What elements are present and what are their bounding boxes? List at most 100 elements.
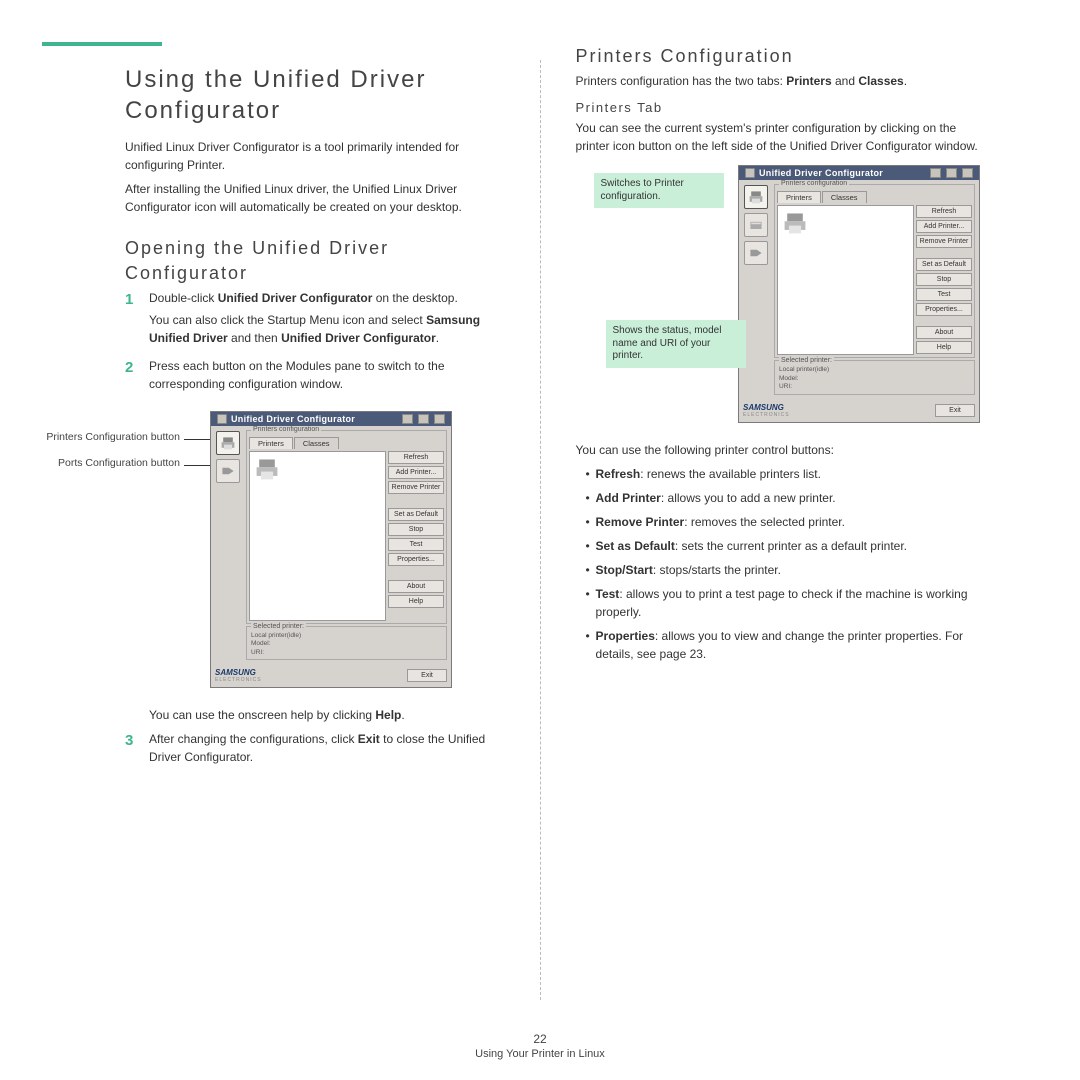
step-number: 2 [125, 357, 139, 397]
help-button[interactable]: Help [388, 595, 444, 608]
figure-2: Switches to Printer configuration. Shows… [576, 165, 980, 422]
list-item: Properties: allows you to view and chang… [586, 627, 980, 663]
control-buttons: Refresh Add Printer... Remove Printer Se… [388, 451, 444, 621]
page-number: 22 [0, 1032, 1080, 1046]
accent-bar [42, 42, 162, 46]
printers-config-intro: Printers configuration has the two tabs:… [576, 72, 980, 90]
callout-ports-config: Ports Configuration button [58, 457, 180, 469]
main-heading: Using the Unified Driver Configurator [125, 64, 515, 126]
port-icon [748, 245, 764, 261]
test-button[interactable]: Test [916, 288, 972, 301]
help-button[interactable]: Help [916, 341, 972, 354]
samsung-logo: SAMSUNG [743, 403, 790, 412]
ports-config-button[interactable] [216, 459, 240, 483]
printer-item-icon [782, 210, 808, 236]
printers-config-button[interactable] [744, 185, 768, 209]
heading-printers-tab: Printers Tab [576, 100, 980, 115]
page-footer: 22 Using Your Printer in Linux [0, 1032, 1080, 1060]
callout-status: Shows the status, model name and URI of … [606, 320, 746, 368]
minimize-icon [930, 168, 941, 178]
control-buttons-list: Refresh: renews the available printers l… [576, 465, 980, 663]
stop-button[interactable]: Stop [388, 523, 444, 536]
exit-button[interactable]: Exit [935, 404, 975, 417]
about-button[interactable]: About [916, 326, 972, 339]
configurator-window-mock-2: Unified Driver Configurator [738, 165, 980, 422]
scanners-config-button[interactable] [744, 213, 768, 237]
scanner-icon [748, 217, 764, 233]
list-item: Stop/Start: stops/starts the printer. [586, 561, 980, 579]
printer-item-icon [254, 456, 280, 482]
stop-button[interactable]: Stop [916, 273, 972, 286]
printer-icon [220, 435, 236, 451]
right-column: Printers Configuration Printers configur… [551, 40, 1030, 1000]
set-default-button[interactable]: Set as Default [388, 508, 444, 521]
tab-printers[interactable]: Printers [777, 191, 821, 203]
callout-printers-config: Printers Configuration button [46, 431, 180, 443]
left-column: Using the Unified Driver Configurator Un… [50, 40, 530, 1000]
step-1-line-2: You can also click the Startup Menu icon… [149, 311, 515, 347]
groupbox-label: Printers configuration [779, 180, 849, 187]
add-printer-button[interactable]: Add Printer... [388, 466, 444, 479]
tab-classes[interactable]: Classes [822, 191, 867, 203]
list-item: Add Printer: allows you to add a new pri… [586, 489, 980, 507]
callout-switches: Switches to Printer configuration. [594, 173, 724, 208]
close-icon [962, 168, 973, 178]
steps-list: 1 Double-click Unified Driver Configurat… [125, 289, 515, 397]
test-button[interactable]: Test [388, 538, 444, 551]
after-figure-text: You can use the onscreen help by clickin… [149, 706, 515, 724]
about-button[interactable]: About [388, 580, 444, 593]
ports-config-button[interactable] [744, 241, 768, 265]
steps-list-cont: You can use the onscreen help by clickin… [125, 706, 515, 770]
printers-tab-desc: You can see the current system's printer… [576, 119, 980, 155]
selected-printer-info: Selected printer: Local printer(idle) Mo… [246, 626, 447, 660]
subheading-opening: Opening the Unified Driver Configurator [125, 236, 515, 285]
modules-pane [742, 183, 770, 395]
step-number: 3 [125, 730, 139, 770]
exit-button[interactable]: Exit [407, 669, 447, 682]
app-icon [217, 414, 227, 424]
step-number: 1 [125, 289, 139, 351]
tab-printers[interactable]: Printers [249, 437, 293, 449]
control-buttons: Refresh Add Printer... Remove Printer Se… [916, 205, 972, 355]
samsung-logo-sub: ELECTRONICS [215, 677, 262, 683]
configurator-window-mock: Unified Driver Configurator [210, 411, 452, 688]
remove-printer-button[interactable]: Remove Printer [388, 481, 444, 494]
intro-para-1: Unified Linux Driver Configurator is a t… [125, 138, 515, 174]
step-3-text: After changing the configurations, click… [149, 730, 515, 766]
step-2-text: Press each button on the Modules pane to… [149, 357, 515, 393]
remove-printer-button[interactable]: Remove Printer [916, 235, 972, 248]
refresh-button[interactable]: Refresh [388, 451, 444, 464]
groupbox-label: Printers configuration [251, 426, 321, 433]
list-item: Remove Printer: removes the selected pri… [586, 513, 980, 531]
samsung-logo: SAMSUNG [215, 668, 262, 677]
printers-config-button[interactable] [216, 431, 240, 455]
list-item: Test: allows you to print a test page to… [586, 585, 980, 621]
add-printer-button[interactable]: Add Printer... [916, 220, 972, 233]
printers-list[interactable] [249, 451, 386, 621]
intro-para-2: After installing the Unified Linux drive… [125, 180, 515, 216]
port-icon [220, 463, 236, 479]
properties-button[interactable]: Properties... [916, 303, 972, 316]
samsung-logo-sub: ELECTRONICS [743, 412, 790, 418]
printers-list[interactable] [777, 205, 914, 355]
properties-button[interactable]: Properties... [388, 553, 444, 566]
control-buttons-intro: You can use the following printer contro… [576, 441, 980, 459]
window-title: Unified Driver Configurator [231, 414, 355, 424]
set-default-button[interactable]: Set as Default [916, 258, 972, 271]
figure-1: Printers Configuration button Ports Conf… [35, 411, 515, 688]
selected-printer-info: Selected printer: Local printer(idle) Mo… [774, 360, 975, 394]
maximize-icon [418, 414, 429, 424]
tab-classes[interactable]: Classes [294, 437, 339, 449]
column-divider [540, 60, 541, 1000]
window-title: Unified Driver Configurator [759, 168, 883, 178]
list-item: Refresh: renews the available printers l… [586, 465, 980, 483]
list-item: Set as Default: sets the current printer… [586, 537, 980, 555]
step-1-line-1: Double-click Unified Driver Configurator… [149, 289, 515, 307]
app-icon [745, 168, 755, 178]
refresh-button[interactable]: Refresh [916, 205, 972, 218]
printer-icon [748, 189, 764, 205]
maximize-icon [946, 168, 957, 178]
window-titlebar: Unified Driver Configurator [211, 412, 451, 426]
heading-printers-config: Printers Configuration [576, 44, 980, 68]
close-icon [434, 414, 445, 424]
